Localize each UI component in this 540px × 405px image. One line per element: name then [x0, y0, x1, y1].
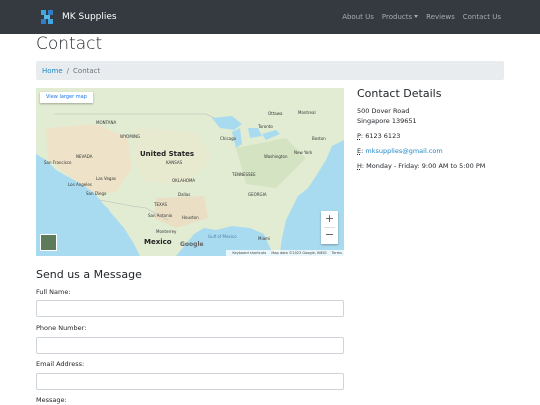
phone-number-label: Phone Number: — [36, 324, 87, 332]
nav-link-products-label: Products — [381, 13, 413, 21]
nav-link-reviews[interactable]: Reviews — [426, 12, 455, 22]
satellite-toggle-button[interactable] — [40, 234, 57, 251]
breadcrumb: Home / Contact — [36, 61, 504, 80]
phone-abbr: P — [357, 132, 361, 140]
brand[interactable]: MK Supplies — [40, 7, 117, 27]
contact-details: Contact Details 500 Dover Road Singapore… — [357, 86, 485, 171]
map-label-toronto: Toronto — [258, 124, 273, 129]
keyboard-shortcuts-link[interactable]: Keyboard shortcuts — [232, 251, 266, 255]
map-label-texas: TEXAS — [154, 202, 167, 207]
map-label-united-states: United States — [140, 150, 194, 158]
map-label-san-francisco: San Francisco — [44, 160, 72, 165]
map-label-houston: Houston — [182, 215, 199, 220]
zoom-out-button[interactable]: − — [321, 227, 338, 243]
phone-number: 6123 6123 — [365, 132, 401, 140]
map-label-boston: Boston — [312, 136, 326, 141]
nav-links: About Us Products Reviews Contact Us — [334, 12, 501, 22]
email-abbr: E — [357, 147, 362, 155]
nav-link-products[interactable]: Products — [381, 12, 419, 22]
map-label-montana: MONTANA — [96, 120, 117, 125]
brand-name: MK Supplies — [62, 12, 117, 22]
page-title: Contact — [36, 34, 103, 54]
map-label-monterrey: Monterrey — [156, 229, 177, 234]
map-label-mexico: Mexico — [144, 238, 172, 246]
map-label-new-york: New York — [294, 150, 313, 155]
full-name-input[interactable] — [36, 300, 344, 317]
phone-line: P: 6123 6123 — [357, 132, 401, 140]
phone-number-input[interactable] — [36, 337, 344, 354]
map-label-georgia: GEORGIA — [248, 192, 267, 197]
breadcrumb-current: Contact — [73, 66, 101, 75]
hours-abbr: H — [357, 162, 362, 170]
address-line-2: Singapore 139651 — [357, 117, 417, 125]
map-attribution: Keyboard shortcuts Map data ©2023 Google… — [226, 250, 344, 256]
map-label-gulf-of-mexico: Gulf of Mexico — [208, 234, 237, 239]
map-label-san-antonio: San Antonio — [148, 213, 173, 218]
business-hours: Monday - Friday: 9:00 AM to 5:00 PM — [366, 162, 486, 170]
map-label-las-vegas: Las Vegas — [96, 176, 116, 181]
top-navbar: MK Supplies About Us Products Reviews Co… — [0, 0, 540, 34]
map-label-san-diego: San Diego — [86, 191, 107, 196]
embedded-map[interactable]: Ottawa Montreal Toronto Boston Chicago N… — [36, 88, 344, 256]
address-line-1: 500 Dover Road — [357, 107, 410, 115]
map-label-chicago: Chicago — [220, 136, 237, 141]
nav-link-contact-us[interactable]: Contact Us — [463, 12, 501, 22]
map-label-kansas: KANSAS — [166, 160, 183, 165]
contact-details-title: Contact Details — [357, 87, 442, 100]
map-label-ottawa: Ottawa — [268, 111, 283, 116]
map-data-text: Map data ©2023 Google, INEGI — [271, 251, 327, 255]
message-form-title: Send us a Message — [36, 268, 142, 281]
terms-link[interactable]: Terms — [332, 251, 342, 255]
nav-link-about-us[interactable]: About Us — [342, 12, 374, 22]
email-link[interactable]: mksupplies@gmail.com — [365, 147, 442, 155]
map-zoom-control: + − — [321, 211, 338, 244]
breadcrumb-separator: / — [66, 66, 70, 75]
map-label-montreal: Montreal — [298, 110, 316, 115]
caret-down-icon — [414, 15, 419, 18]
breadcrumb-home-link[interactable]: Home — [42, 67, 63, 75]
email-line: E: mksupplies@gmail.com — [357, 147, 443, 155]
map-label-dallas: Dallas — [178, 192, 191, 197]
map-label-wyoming: WYOMING — [120, 134, 141, 139]
google-logo: Google — [180, 241, 204, 248]
map-label-washington: Washington — [264, 154, 288, 159]
email-address-label: Email Address: — [36, 360, 85, 368]
email-address-input[interactable] — [36, 373, 344, 390]
map-label-los-angeles: Los Angeles — [68, 182, 92, 187]
map-label-nevada: NEVADA — [76, 154, 93, 159]
zoom-in-button[interactable]: + — [321, 211, 338, 227]
map-label-tennessee: TENNESSEE — [232, 172, 256, 177]
map-label-miami: Miami — [258, 236, 271, 241]
hours-line: H: Monday - Friday: 9:00 AM to 5:00 PM — [357, 162, 486, 170]
message-label: Message: — [36, 396, 67, 404]
map-label-oklahoma: OKLAHOMA — [172, 178, 196, 183]
brand-logo-icon — [41, 10, 53, 24]
view-larger-map-button[interactable]: View larger map — [40, 92, 93, 103]
full-name-label: Full Name: — [36, 288, 71, 296]
